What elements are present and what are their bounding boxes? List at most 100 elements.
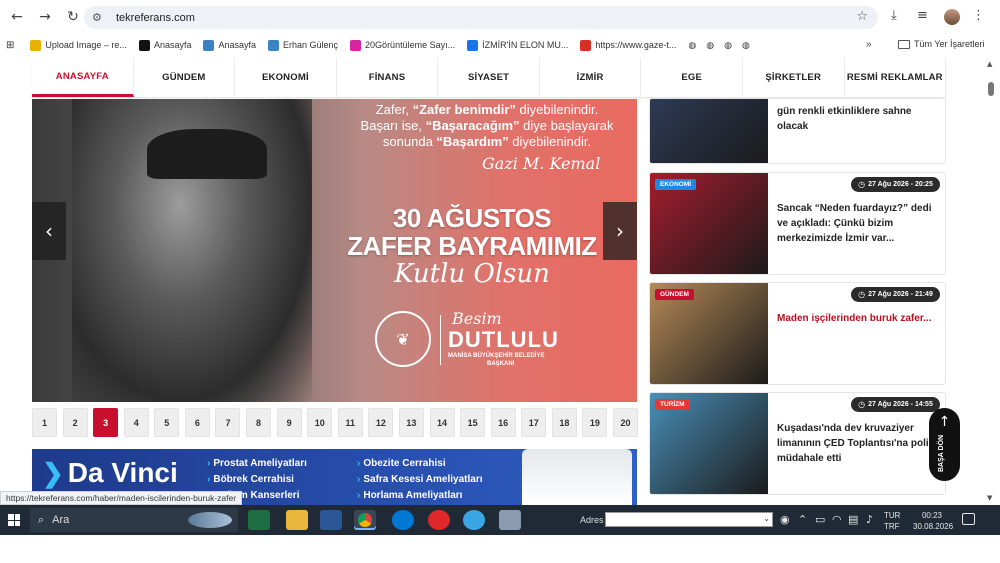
bookmark-item[interactable]: 20Görüntüleme Sayı... (350, 39, 455, 51)
chevron-down-icon[interactable]: ⌄ (763, 514, 770, 523)
globe-icon[interactable]: ◍ (688, 40, 696, 51)
file-explorer-icon[interactable] (286, 510, 308, 530)
globe-icon[interactable]: ◍ (706, 40, 714, 51)
page-button[interactable]: 2 (62, 408, 88, 437)
globe-icon[interactable]: ◍ (724, 40, 732, 51)
all-bookmarks-button[interactable]: Tüm Yer İşaretleri (898, 39, 985, 49)
page-button[interactable]: 6 (184, 408, 210, 437)
profile-avatar[interactable] (944, 9, 960, 25)
media-icon[interactable]: ≡ (917, 8, 928, 23)
page-button[interactable]: 15 (460, 408, 486, 437)
device-icon[interactable]: ▭ (815, 513, 825, 526)
back-to-top-button[interactable]: ↑ BAŞA DÖN (929, 408, 960, 481)
site-info-icon[interactable]: ⚙ (92, 11, 108, 24)
news-card[interactable]: TURİZM ◷ 27 Ağu 2026 - 14:55 Kuşadası'nda… (649, 392, 946, 495)
page-button[interactable]: 7 (215, 408, 241, 437)
page-button[interactable]: 14 (429, 408, 455, 437)
menu-icon[interactable]: ⋮ (972, 8, 985, 23)
language-indicator[interactable]: TUR TRF (884, 510, 900, 532)
bookmark-item[interactable]: Anasayfa (138, 39, 191, 51)
page-button[interactable]: 9 (276, 408, 302, 437)
nav-item[interactable]: ANASAYFA (32, 58, 134, 97)
edge-icon[interactable] (392, 510, 414, 530)
chrome-icon[interactable] (354, 510, 376, 530)
bookmark-item[interactable]: İZMİR'İN ELON MU... (467, 39, 568, 51)
opera-icon[interactable] (428, 510, 450, 530)
page-scrollbar[interactable]: ▲ ▼ (984, 58, 1000, 505)
page-button[interactable]: 17 (521, 408, 547, 437)
bookmarks-more-button[interactable]: » (866, 39, 872, 50)
news-card[interactable]: gün renkli etkinliklere sahne olacak (649, 98, 946, 164)
slider-next-button[interactable]: › (603, 202, 637, 260)
page-button[interactable]: 5 (154, 408, 180, 437)
reload-icon[interactable]: ↻ (62, 6, 84, 28)
excel-icon[interactable] (248, 510, 270, 530)
scrollbar-thumb[interactable] (988, 82, 994, 96)
news-card-thumbnail[interactable] (650, 99, 768, 163)
taskbar-search[interactable]: ⌕ Ara (30, 508, 238, 532)
news-card-title[interactable]: Kuşadası'nda dev kruvaziyer limanının ÇE… (777, 421, 939, 466)
slider-prev-button[interactable]: ‹ (32, 202, 66, 260)
url-text[interactable]: tekreferans.com (116, 12, 195, 24)
address-bar[interactable]: ⚙ tekreferans.com ☆ (84, 6, 878, 29)
page-button[interactable]: 11 (337, 408, 363, 437)
news-card[interactable]: GÜNDEM ◷ 27 Ağu 2026 - 21:49 Maden işçile… (649, 282, 946, 385)
bookmark-item[interactable]: Erhan Gülenç (268, 39, 338, 51)
page-button[interactable]: 19 (582, 408, 608, 437)
news-card-title[interactable]: gün renkli etkinliklere sahne olacak (777, 104, 939, 134)
bookmark-item[interactable]: Anasayfa (203, 39, 256, 51)
page-button[interactable]: 8 (246, 408, 272, 437)
news-card-title[interactable]: Sancak “Neden fuardayız?” dedi ve açıkla… (777, 201, 939, 246)
category-badge[interactable]: GÜNDEM (655, 289, 694, 300)
scroll-up-icon[interactable]: ▲ (987, 60, 992, 68)
page-button[interactable]: 10 (307, 408, 333, 437)
paint-icon[interactable] (499, 510, 521, 530)
page-button[interactable]: 16 (490, 408, 516, 437)
nav-item[interactable]: EGE (641, 58, 743, 97)
apps-grid-icon[interactable]: ⊞ (6, 40, 14, 51)
category-badge[interactable]: TURİZM (655, 399, 690, 410)
app-icon[interactable] (463, 510, 485, 530)
word-icon[interactable] (320, 510, 342, 530)
globe-icon[interactable]: ◍ (742, 40, 750, 51)
category-badge[interactable]: EKONOMİ (655, 179, 697, 190)
nav-item[interactable]: ŞİRKETLER (743, 58, 845, 97)
bookmark-label: Anasayfa (218, 40, 256, 50)
windows-start-icon[interactable] (8, 514, 20, 526)
back-icon[interactable]: ← (6, 6, 28, 28)
nav-item[interactable]: GÜNDEM (134, 58, 236, 97)
download-icon[interactable]: ⤓ (891, 8, 897, 23)
page-button[interactable]: 3 (93, 408, 119, 437)
volume-icon[interactable]: ♪ (866, 513, 873, 526)
nav-item[interactable]: EKONOMİ (235, 58, 337, 97)
bookmark-item[interactable]: Upload Image – re... (30, 39, 127, 51)
page-button[interactable]: 12 (368, 408, 394, 437)
bookmark-favicon-icon (350, 39, 362, 51)
taskbar-clock[interactable]: 00:23 30.08.2026 (913, 510, 953, 532)
page-button[interactable]: 13 (398, 408, 424, 437)
nav-item[interactable]: FİNANS (337, 58, 439, 97)
chevron-up-icon[interactable]: ⌃ (798, 513, 807, 526)
nav-item[interactable]: SİYASET (438, 58, 540, 97)
page-button[interactable]: 4 (123, 408, 149, 437)
bookmark-star-icon[interactable]: ☆ (856, 9, 868, 24)
bookmark-favicon-icon (580, 39, 592, 51)
page-button[interactable]: 18 (551, 408, 577, 437)
hero-slider[interactable]: Zafer, “Zafer benimdir” diyebilenindir. … (32, 99, 637, 402)
nav-item[interactable]: RESMİ REKLAMLAR (845, 58, 947, 97)
whatsapp-icon[interactable]: ◉ (780, 513, 790, 526)
address-toolbar-input[interactable]: ⌄ (605, 512, 773, 527)
wifi-icon[interactable]: ◠ (832, 513, 842, 526)
nav-item[interactable]: İZMİR (540, 58, 642, 97)
page-button[interactable]: 20 (612, 408, 638, 437)
scroll-down-icon[interactable]: ▼ (987, 494, 992, 502)
browser-toolbar: ← → ↻ ⚙ tekreferans.com ☆ ⤓ ≡ ⋮ (0, 0, 1000, 34)
forward-icon[interactable]: → (34, 6, 56, 28)
news-card-title[interactable]: Maden işçilerinden buruk zafer... (777, 311, 939, 326)
windows-taskbar: ⌕ Ara Adres ⌄ ◉ ⌃ ▭ ◠ ▤ ♪ TUR TRF 00:23 … (0, 505, 1000, 535)
bookmark-item[interactable]: https://www.gaze-t... (580, 39, 676, 51)
page-button[interactable]: 1 (32, 408, 57, 437)
news-card[interactable]: EKONOMİ ◷ 27 Ağu 2026 - 20:25 Sancak “Ned… (649, 172, 946, 275)
notification-icon[interactable] (962, 513, 975, 525)
network-icon[interactable]: ▤ (848, 513, 858, 526)
